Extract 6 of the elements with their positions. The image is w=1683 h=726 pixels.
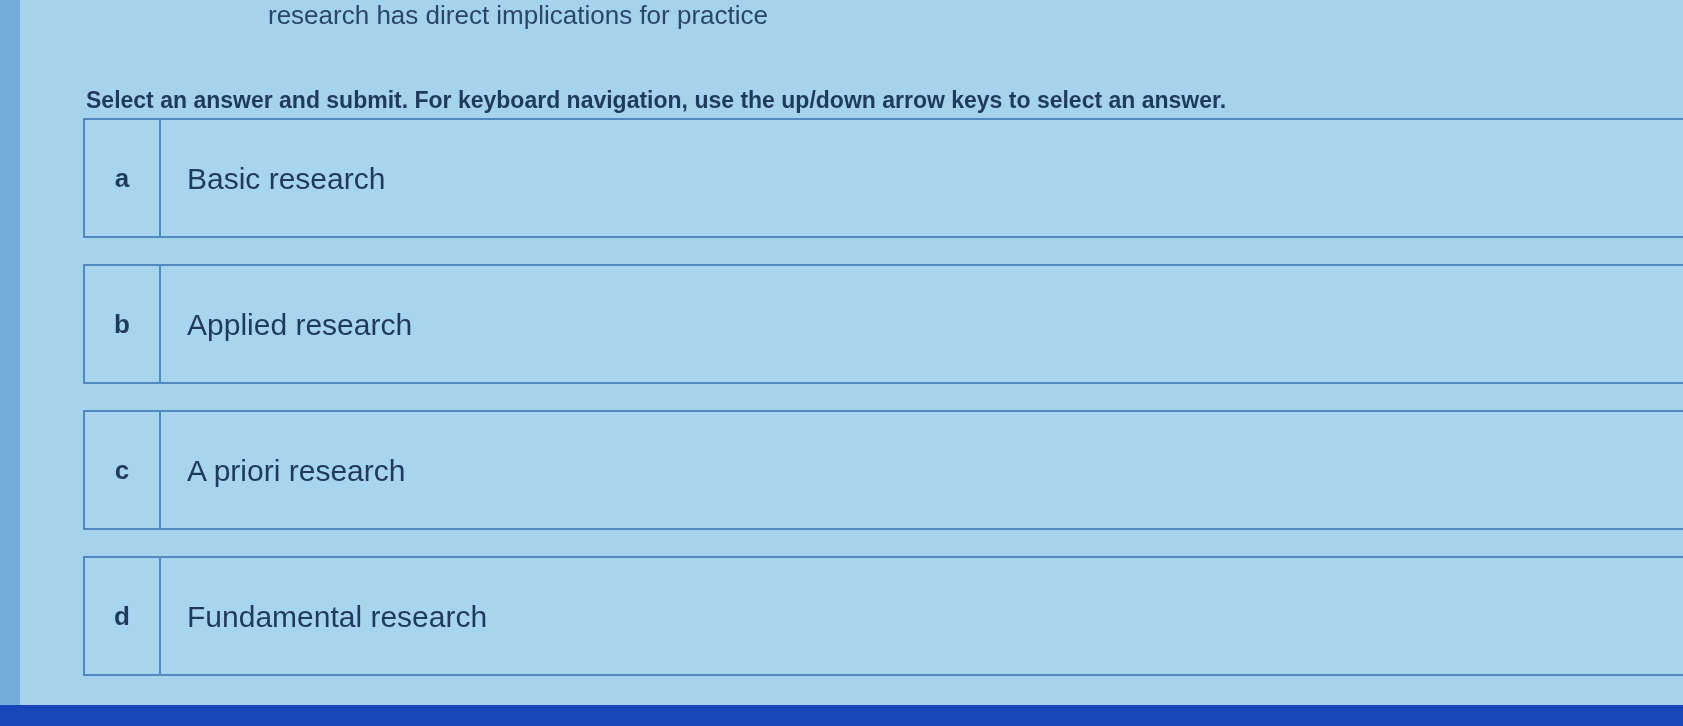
answer-option[interactable]: b Applied research [83, 264, 1683, 384]
answer-option[interactable]: d Fundamental research [83, 556, 1683, 676]
question-text: research has direct implications for practice [268, 0, 768, 30]
answer-option[interactable]: c A priori research [83, 410, 1683, 530]
answer-option[interactable]: a Basic research [83, 118, 1683, 238]
instructions-text: Select an answer and submit. For keyboard navigation, use the up/down arrow keys to select an answer. [86, 86, 1227, 114]
